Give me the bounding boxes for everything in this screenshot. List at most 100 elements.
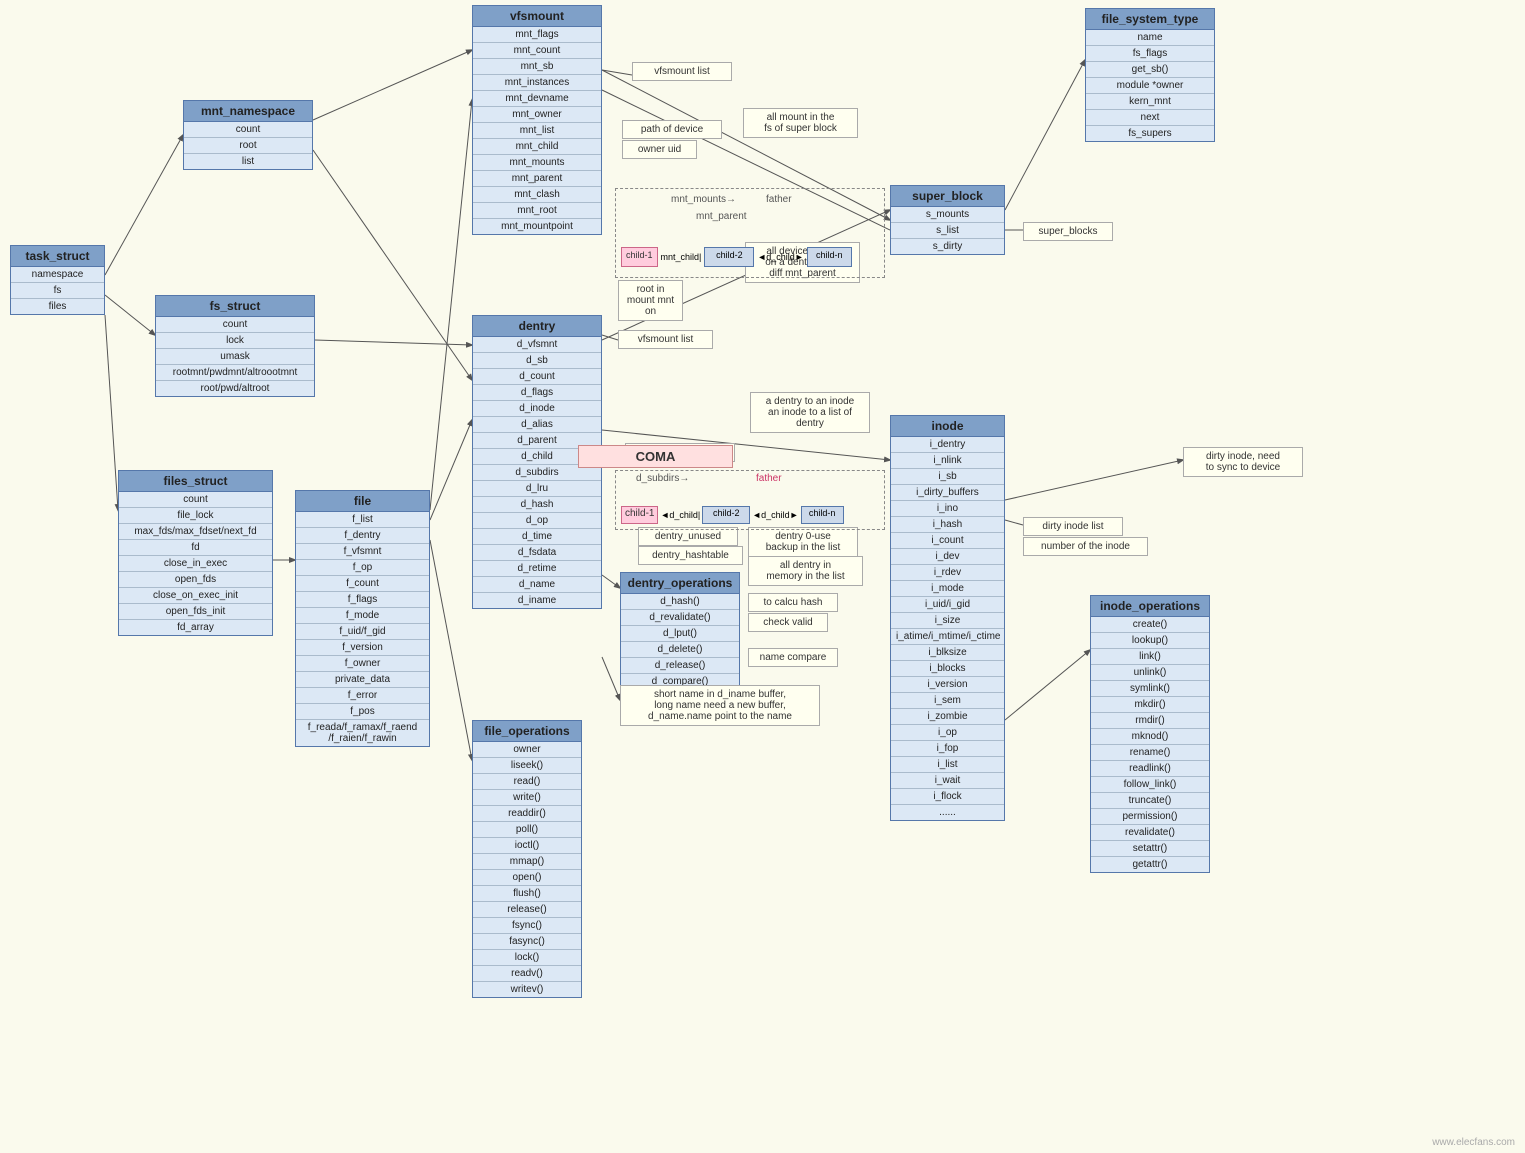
do-d-revalidate: d_revalidate() (621, 610, 739, 626)
fst-next: next (1086, 110, 1214, 126)
file-system-type-title: file_system_type (1086, 9, 1214, 30)
files-struct-count: count (119, 492, 272, 508)
note-vfsmount-list2: vfsmount list (618, 330, 713, 349)
mnt-namespace-box: mnt_namespace count root list (183, 100, 313, 170)
dentry-d-hash: d_hash (473, 497, 601, 513)
file-f-dentry: f_dentry (296, 528, 429, 544)
note-to-calcu-hash: to calcu hash (748, 593, 838, 612)
vfsmount-mnt-root: mnt_root (473, 203, 601, 219)
iop-permission: permission() (1091, 809, 1209, 825)
task-struct-field-namespace: namespace (11, 267, 104, 283)
dentry-d-lru: d_lru (473, 481, 601, 497)
dentry-d-retime: d_retime (473, 561, 601, 577)
inode-i-nlink: i_nlink (891, 453, 1004, 469)
do-d-release: d_release() (621, 658, 739, 674)
coma-note: COMA (578, 445, 733, 468)
note-all-mount: all mount in thefs of super block (743, 108, 858, 138)
files-struct-box: files_struct count file_lock max_fds/max… (118, 470, 273, 636)
inode-i-sem: i_sem (891, 693, 1004, 709)
fo-owner: owner (473, 742, 581, 758)
sb-s-dirty: s_dirty (891, 239, 1004, 254)
fo-release: release() (473, 902, 581, 918)
inode-i-version: i_version (891, 677, 1004, 693)
inode-i-count: i_count (891, 533, 1004, 549)
fst-module-owner: module *owner (1086, 78, 1214, 94)
files-struct-fd-array: fd_array (119, 620, 272, 635)
inode-operations-title: inode_operations (1091, 596, 1209, 617)
note-root-in-mount: root inmount mnton (618, 280, 683, 321)
iop-rmdir: rmdir() (1091, 713, 1209, 729)
inode-i-mode: i_mode (891, 581, 1004, 597)
fst-fs-flags: fs_flags (1086, 46, 1214, 62)
note-check-valid: check valid (748, 613, 828, 632)
vfsmount-box: vfsmount mnt_flags mnt_count mnt_sb mnt_… (472, 5, 602, 235)
vfsmount-title: vfsmount (473, 6, 601, 27)
child-dentry-2: child-2 (702, 506, 750, 524)
fs-struct-title: fs_struct (156, 296, 314, 317)
iop-lookup: lookup() (1091, 633, 1209, 649)
fst-get-sb: get_sb() (1086, 62, 1214, 78)
mnt-namespace-root: root (184, 138, 312, 154)
vfsmount-mnt-count: mnt_count (473, 43, 601, 59)
mnt-namespace-count: count (184, 122, 312, 138)
files-struct-open-fds: open_fds (119, 572, 272, 588)
note-dentry-hashtable: dentry_hashtable (638, 546, 743, 565)
inode-i-blocks: i_blocks (891, 661, 1004, 677)
child-1-highlight: child-1 (621, 247, 658, 267)
fst-name: name (1086, 30, 1214, 46)
iop-readlink: readlink() (1091, 761, 1209, 777)
file-f-list: f_list (296, 512, 429, 528)
fo-fsync: fsync() (473, 918, 581, 934)
iop-symlink: symlink() (1091, 681, 1209, 697)
inode-i-uid-gid: i_uid/i_gid (891, 597, 1004, 613)
child-dentry-1: child-1 (621, 506, 658, 524)
sb-s-mounts: s_mounts (891, 207, 1004, 223)
iop-mknod: mknod() (1091, 729, 1209, 745)
file-f-vfsmnt: f_vfsmnt (296, 544, 429, 560)
fo-poll: poll() (473, 822, 581, 838)
inode-i-blksize: i_blksize (891, 645, 1004, 661)
vfsmount-mnt-mountpoint: mnt_mountpoint (473, 219, 601, 234)
inode-operations-box: inode_operations create() lookup() link(… (1090, 595, 1210, 873)
do-d-lput: d_lput() (621, 626, 739, 642)
inode-i-wait: i_wait (891, 773, 1004, 789)
sb-s-list: s_list (891, 223, 1004, 239)
do-d-delete: d_delete() (621, 642, 739, 658)
vfsmount-mnt-clash: mnt_clash (473, 187, 601, 203)
inode-i-dev: i_dev (891, 549, 1004, 565)
fo-readv: readv() (473, 966, 581, 982)
fo-fasync: fasync() (473, 934, 581, 950)
note-short-name: short name in d_iname buffer,long name n… (620, 685, 820, 726)
file-box: file f_list f_dentry f_vfsmnt f_op f_cou… (295, 490, 430, 747)
dentry-subdirs-dashed: d_subdirs→ father child-1 ◄d_child| chil… (615, 470, 885, 530)
file-f-version: f_version (296, 640, 429, 656)
inode-i-list: i_list (891, 757, 1004, 773)
vfsmount-mnt-owner: mnt_owner (473, 107, 601, 123)
note-all-dentry-memory: all dentry inmemory in the list (748, 556, 863, 586)
note-super-blocks: super_blocks (1023, 222, 1113, 241)
iop-unlink: unlink() (1091, 665, 1209, 681)
inode-i-hash: i_hash (891, 517, 1004, 533)
file-f-uid-gid: f_uid/f_gid (296, 624, 429, 640)
vfsmount-mnt-flags: mnt_flags (473, 27, 601, 43)
files-struct-file-lock: file_lock (119, 508, 272, 524)
file-f-count: f_count (296, 576, 429, 592)
inode-i-atime: i_atime/i_mtime/i_ctime (891, 629, 1004, 645)
inode-i-op: i_op (891, 725, 1004, 741)
dentry-d-name: d_name (473, 577, 601, 593)
file-operations-box: file_operations owner liseek() read() wr… (472, 720, 582, 998)
fo-write: write() (473, 790, 581, 806)
vfsmount-mnt-parent: mnt_parent (473, 171, 601, 187)
inode-i-sb: i_sb (891, 469, 1004, 485)
note-path-of-device: path of device (622, 120, 722, 139)
files-struct-open-init: open_fds_init (119, 604, 272, 620)
iop-getattr: getattr() (1091, 857, 1209, 872)
fo-ioctl: ioctl() (473, 838, 581, 854)
task-struct-field-files: files (11, 299, 104, 314)
inode-i-zombie: i_zombie (891, 709, 1004, 725)
dentry-operations-title: dentry_operations (621, 573, 739, 594)
note-vfsmount-list: vfsmount list (632, 62, 732, 81)
fs-struct-count: count (156, 317, 314, 333)
task-struct-field-fs: fs (11, 283, 104, 299)
inode-i-dirty: i_dirty_buffers (891, 485, 1004, 501)
